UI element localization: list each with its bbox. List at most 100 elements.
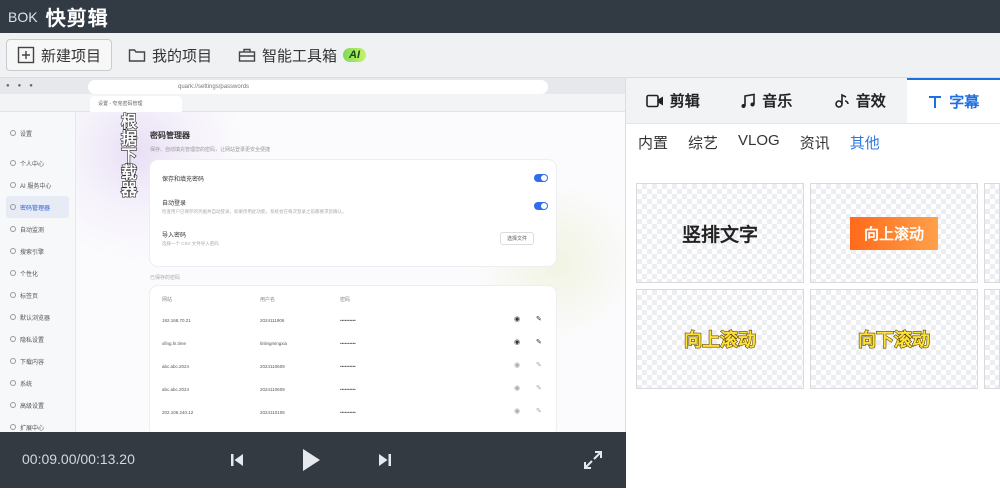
- edit-icon: ✎: [536, 316, 542, 323]
- tab-label: 剪辑: [669, 93, 700, 110]
- template-preview-text: 向下滚动: [857, 329, 930, 350]
- sidebar-item: 扩展中心: [6, 416, 69, 432]
- table-cell: 192.168.70.21: [162, 318, 191, 323]
- plus-square-icon: [17, 46, 35, 64]
- row-label: 保存和填充密码: [162, 177, 205, 183]
- row-sub: 检查用户已保存的凭据并自动登录，如果停用此功能，系统会在每次登录之前都要求您确认…: [162, 209, 347, 214]
- tab-label: 字幕: [949, 94, 980, 111]
- table-header: 密码: [340, 297, 351, 303]
- app-logo: BOK 快剪辑: [8, 2, 109, 31]
- sidebar-dot-icon: [10, 358, 16, 364]
- table-cell: ••••••••••: [340, 318, 356, 323]
- browser-url: quark://settings/passwords: [88, 80, 548, 94]
- sidebar-item-active: 密码管理器: [6, 196, 69, 218]
- eye-icon: ◉: [514, 339, 521, 346]
- timecode: 00:09.00/00:13.20: [22, 451, 135, 467]
- browser-dot: ●: [29, 83, 33, 89]
- fullscreen-button[interactable]: [580, 446, 606, 474]
- edit-icon: ✎: [536, 362, 542, 369]
- bottom-strip: [0, 488, 1000, 500]
- player-bar: 00:09.00/00:13.20: [0, 432, 626, 488]
- toggle-switch: [534, 202, 548, 210]
- sidebar-dot-icon: [10, 314, 16, 320]
- my-projects-label: 我的项目: [152, 47, 213, 65]
- previous-button[interactable]: [224, 446, 250, 474]
- toolbox-button[interactable]: 智能工具箱 AI: [228, 39, 376, 71]
- password-table: 网站 用户名 密码 192.168.70.21 2024111906 •••••…: [150, 286, 556, 432]
- table-cell: abc.abc.2024: [162, 387, 190, 392]
- table-header: 用户名: [260, 297, 276, 303]
- sidebar-dot-icon: [10, 292, 16, 298]
- edit-icon: ✎: [536, 339, 542, 346]
- browser-dot: ●: [6, 83, 10, 89]
- sidebar-item: 个人中心: [6, 152, 69, 174]
- template-card[interactable]: 竖排文字: [636, 183, 804, 283]
- browser-active-tab: 设置 - 夸克密码管理: [90, 96, 182, 112]
- video-icon: [645, 94, 663, 107]
- edit-icon: ✎: [536, 385, 542, 392]
- table-cell: linlingmingxia: [260, 341, 288, 346]
- sidebar-dot-icon: [10, 270, 16, 276]
- subtab-other[interactable]: 其他: [850, 132, 880, 153]
- table-cell: abc.abc.2024: [162, 364, 190, 369]
- sidebar-item: 系统: [6, 372, 69, 394]
- tab-subtitles[interactable]: 字幕: [906, 78, 1000, 123]
- settings-page-title: 密码管理器: [150, 131, 190, 140]
- sidebar-dot-icon: [10, 380, 16, 386]
- template-card[interactable]: 向上滚动: [636, 289, 804, 389]
- template-card-partial[interactable]: [984, 289, 1000, 389]
- table-header: 网站: [162, 297, 173, 303]
- toolbox-icon: [238, 48, 256, 62]
- next-button[interactable]: [372, 446, 398, 474]
- table-caption: 已保存的密码: [150, 275, 181, 281]
- template-card[interactable]: 向上滚动: [810, 183, 978, 283]
- template-card-partial[interactable]: [984, 183, 1000, 283]
- main-toolbar: 新建项目 我的项目 智能工具箱 AI: [0, 33, 1000, 78]
- tab-edit[interactable]: 剪辑: [626, 78, 720, 123]
- sidebar-dot-icon: [10, 424, 16, 430]
- eye-icon: ◉: [514, 408, 521, 415]
- play-button[interactable]: [298, 446, 324, 474]
- table-cell: ••••••••••: [340, 364, 356, 369]
- subtab-news[interactable]: 资讯: [800, 132, 830, 153]
- sidebar-item: 设置: [6, 122, 69, 144]
- sidebar-item: 搜索引擎: [6, 240, 69, 262]
- sidebar-dot-icon: [10, 226, 16, 232]
- table-cell: ••••••••••: [340, 410, 356, 415]
- tab-music[interactable]: 音乐: [720, 78, 814, 123]
- choose-file-button: 选择文件: [500, 232, 535, 245]
- sidebar-dot-icon: [10, 160, 16, 166]
- video-preview[interactable]: ● ● ● quark://settings/passwords 设置 - 夸克密码…: [0, 78, 626, 432]
- tab-label: 音乐: [762, 93, 793, 110]
- settings-sidebar: 设置 个人中心 AI 服务中心 密码管理器 自动监测 搜索引擎 个性化 标签页 …: [0, 112, 76, 432]
- table-cell: xfing.hi.time: [162, 341, 187, 346]
- subtab-vlog[interactable]: VLOG: [738, 132, 780, 153]
- title-bar: BOK 快剪辑: [0, 0, 1000, 33]
- subtab-builtin[interactable]: 内置: [638, 132, 668, 153]
- new-project-label: 新建项目: [41, 47, 102, 65]
- row-sub: 选择一个 CSV 文件导入密码: [162, 241, 219, 246]
- table-cell: ••••••••••: [340, 341, 356, 346]
- ai-badge: AI: [343, 48, 367, 62]
- sidebar-item: AI 服务中心: [6, 174, 69, 196]
- skip-back-icon: [231, 454, 243, 466]
- toolbox-label: 智能工具箱: [262, 47, 338, 65]
- table-cell: ••••••••••: [340, 387, 356, 392]
- sidebar-dot-icon: [10, 402, 16, 408]
- settings-card: 保存和填充密码 自动登录 检查用户已保存的凭据并自动登录，如果停用此功能，系统会…: [150, 160, 556, 266]
- resource-panel: 剪辑 音乐 音效 字幕 内置 综艺 VLOG 资讯 其他 竖排文字 向上滚动 向…: [626, 78, 1000, 488]
- subtab-variety[interactable]: 综艺: [688, 132, 718, 153]
- new-project-button[interactable]: 新建项目: [6, 39, 113, 71]
- row-label: 导入密码: [162, 233, 187, 239]
- template-card[interactable]: 向下滚动: [810, 289, 978, 389]
- template-grid: 竖排文字 向上滚动 向上滚动 向下滚动: [636, 183, 1000, 393]
- table-cell: 2024111906: [260, 318, 285, 323]
- my-projects-button[interactable]: 我的项目: [118, 39, 222, 71]
- subtitle-category-tabs: 内置 综艺 VLOG 资讯 其他: [638, 132, 880, 153]
- tab-sound-effects[interactable]: 音效: [813, 78, 907, 123]
- table-cell: 202.106.240.12: [162, 410, 194, 415]
- row-label: 自动登录: [162, 201, 187, 207]
- vertical-subtitle-overlay[interactable]: 根据下载器: [118, 113, 140, 199]
- tab-label: 音效: [855, 93, 886, 110]
- template-preview-text: 竖排文字: [681, 224, 758, 246]
